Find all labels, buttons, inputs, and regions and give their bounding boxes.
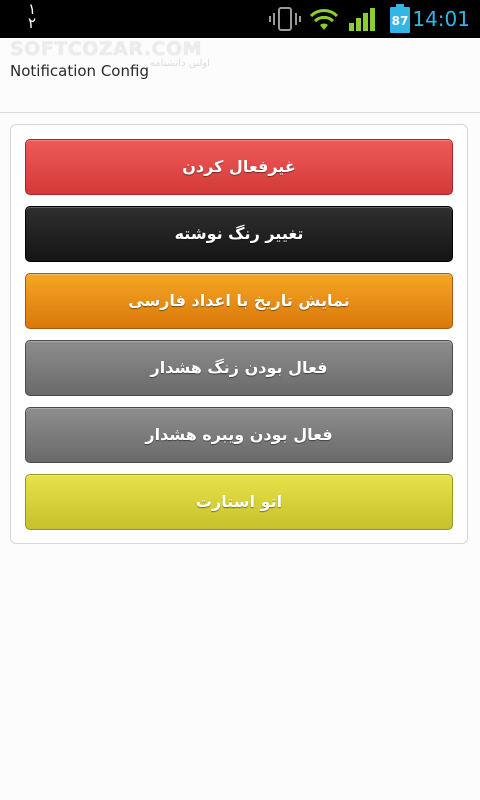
wifi-icon — [309, 9, 339, 30]
battery-level: 87 — [391, 14, 409, 28]
persian-digits-date-button[interactable]: نمایش تاریخ با اعداد فارسی — [25, 273, 453, 329]
app-title: Notification Config — [10, 62, 149, 80]
notification-glyph-bottom: ٢ — [27, 14, 37, 32]
change-text-color-button[interactable]: تغییر رنگ نوشته — [25, 206, 453, 262]
settings-card: غیرفعال کردن تغییر رنگ نوشته نمایش تاریخ… — [10, 124, 468, 544]
alarm-vibrate-toggle-button[interactable]: فعال بودن ویبره هشدار — [25, 407, 453, 463]
autostart-button[interactable]: اتو استارت — [25, 474, 453, 530]
watermark: SOFTCOZAR.COM — [10, 38, 203, 60]
status-bar: ١ ٢ 87 14:01 — [0, 0, 480, 38]
notification-glyph: ١ ٢ — [22, 2, 42, 32]
alarm-sound-toggle-button[interactable]: فعال بودن زنگ هشدار — [25, 340, 453, 396]
signal-icon — [349, 8, 375, 31]
title-bar: SOFTCOZAR.COM اولین دانشنامه Notificatio… — [0, 38, 480, 113]
vibrate-icon — [269, 7, 301, 31]
disable-button[interactable]: غیرفعال کردن — [25, 139, 453, 195]
clock: 14:01 — [412, 7, 470, 31]
